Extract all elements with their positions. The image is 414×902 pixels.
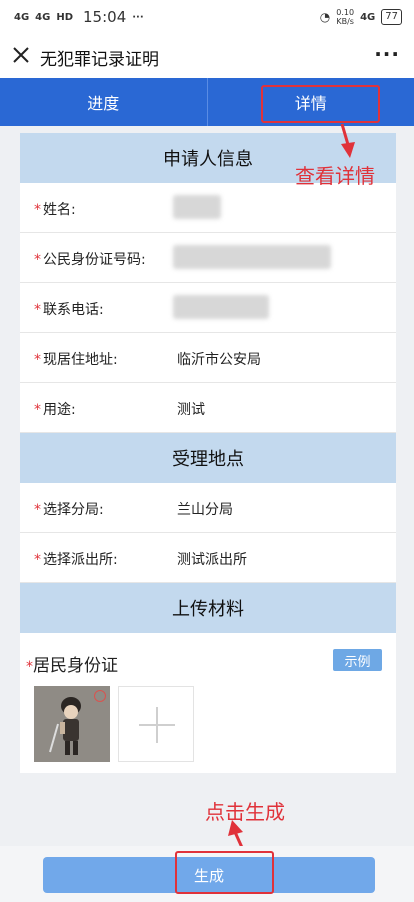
signal-icon: 4G (14, 11, 30, 23)
upload-label: *居民身份证 (26, 656, 118, 676)
page-title: 无犯罪记录证明 (40, 50, 159, 70)
field-row-id-number: * 公民身份证号码: (20, 233, 396, 283)
field-label: 现居住地址: (43, 352, 118, 368)
field-row-branch[interactable]: * 选择分局: 兰山分局 (20, 483, 396, 533)
field-row-station[interactable]: * 选择派出所: 测试派出所 (20, 533, 396, 583)
field-label: 选择派出所: (43, 552, 118, 568)
required-mark: * (34, 252, 41, 268)
example-button[interactable]: 示例 (333, 649, 382, 671)
section-heading-location: 受理地点 (20, 433, 396, 483)
required-mark: * (34, 552, 41, 568)
title-bar: 无犯罪记录证明 ··· (0, 34, 414, 78)
add-image-button[interactable] (118, 686, 194, 762)
field-value: 测试派出所 (177, 552, 247, 568)
field-label: 选择分局: (43, 502, 104, 518)
signal-icon: 4G (35, 11, 51, 23)
field-label: 用途: (43, 402, 76, 418)
required-mark: * (26, 659, 33, 675)
details-tab-highlight (261, 85, 380, 123)
signal-icon: 4G (360, 11, 376, 23)
battery-icon: 77 (381, 9, 402, 25)
alarm-icon: ◔ (319, 10, 331, 24)
field-label: 公民身份证号码: (43, 252, 146, 268)
plus-icon (139, 707, 175, 743)
details-card: 申请人信息 * 姓名: * 公民身份证号码: * 联系电话: * 现居住地址: 临沂市公… (20, 133, 396, 773)
field-value: 临沂市公安局 (177, 352, 261, 368)
field-label: 姓名: (43, 202, 76, 218)
required-mark: * (34, 302, 41, 318)
notification-dots: ··· (132, 11, 144, 23)
tab-label: 进度 (87, 94, 120, 113)
close-icon[interactable] (10, 44, 32, 66)
required-mark: * (34, 502, 41, 518)
required-mark: * (34, 352, 41, 368)
clock: 15:04 (83, 8, 127, 26)
field-label: 联系电话: (43, 302, 104, 318)
redacted-value (173, 295, 269, 319)
section-heading-upload: 上传材料 (20, 583, 396, 633)
arrow-icon (340, 123, 355, 158)
more-icon[interactable]: ··· (374, 42, 400, 66)
hd-icon: HD (56, 11, 74, 23)
redacted-value (173, 195, 221, 219)
tab-progress[interactable]: 进度 (0, 78, 208, 126)
generate-button-highlight (175, 851, 274, 894)
redacted-value (173, 245, 331, 269)
uploaded-id-image[interactable] (34, 686, 110, 762)
net-speed: 0.10 KB/s (336, 8, 355, 26)
field-value: 兰山分局 (177, 502, 233, 518)
annotation-view-details: 查看详情 (295, 164, 375, 188)
field-row-address: * 现居住地址: 临沂市公安局 (20, 333, 396, 383)
delete-icon[interactable] (94, 690, 106, 702)
field-row-name: * 姓名: (20, 183, 396, 233)
required-mark: * (34, 202, 41, 218)
required-mark: * (34, 402, 41, 418)
status-bar: 4G 4G HD 15:04 ··· ◔ 0.10 KB/s 4G 77 (0, 0, 414, 34)
field-value: 测试 (177, 402, 205, 418)
field-row-phone: * 联系电话: (20, 283, 396, 333)
field-row-purpose: * 用途: 测试 (20, 383, 396, 433)
